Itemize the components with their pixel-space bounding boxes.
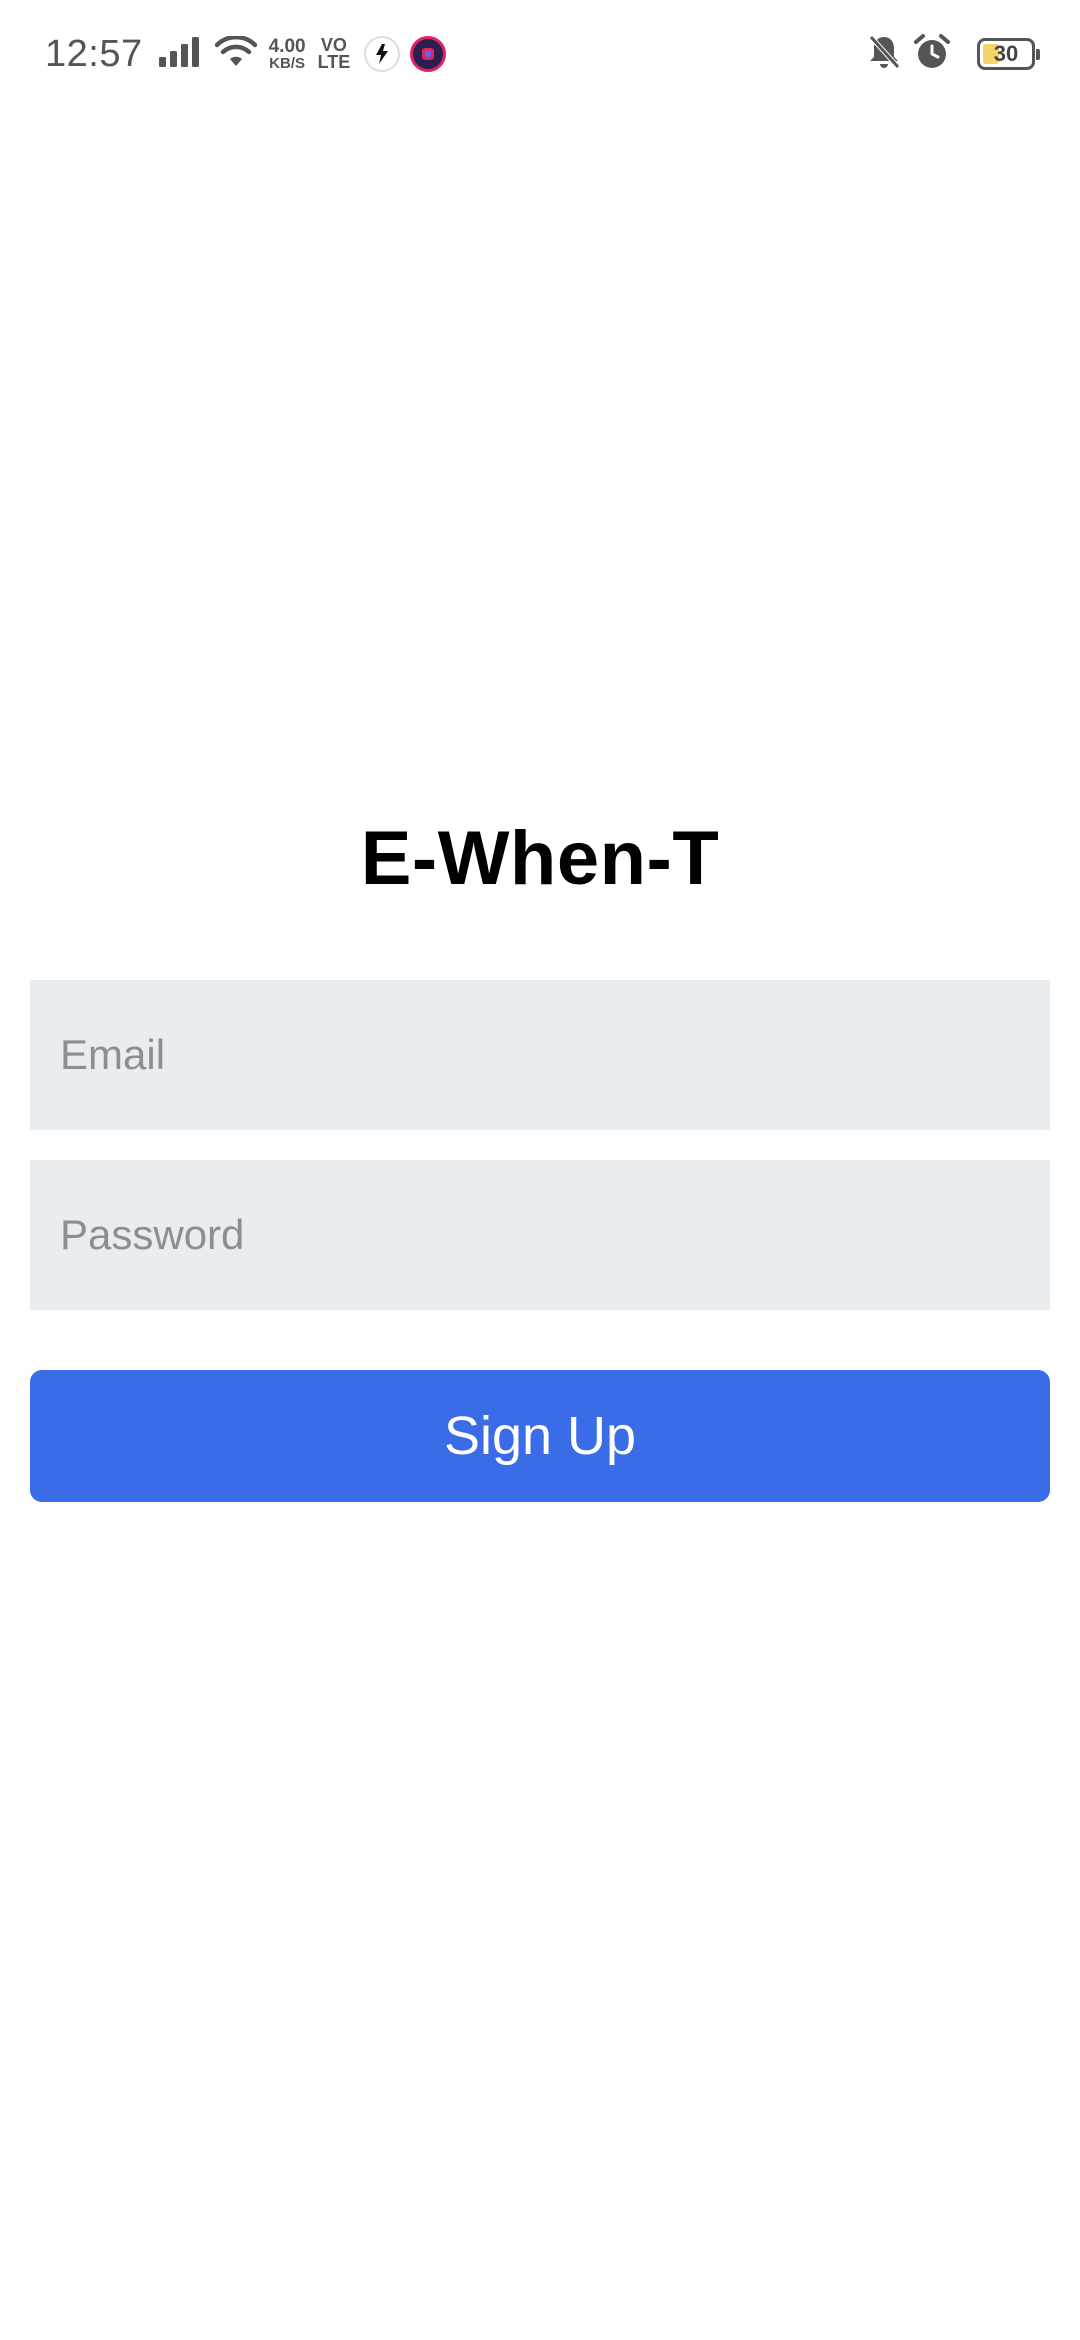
network-speed: 4.00 KB/S xyxy=(269,37,306,71)
app-notification-icon xyxy=(364,36,401,72)
battery-icon: 30 xyxy=(977,38,1040,70)
network-speed-value: 4.00 xyxy=(268,36,306,57)
sign-up-button[interactable]: Sign Up xyxy=(30,1370,1050,1502)
volte-indicator: VO LTE xyxy=(317,36,351,72)
mute-bell-icon xyxy=(867,34,901,75)
email-input[interactable] xyxy=(30,980,1050,1130)
battery-level: 30 xyxy=(993,41,1019,66)
status-bar: 12:57 4.00 KB/S VO LTE 30 xyxy=(0,0,1080,110)
volte-bottom-label: LTE xyxy=(317,52,351,72)
status-bar-right: 30 xyxy=(867,28,1040,80)
app-title: E-When-T xyxy=(360,816,720,901)
network-speed-unit: KB/S xyxy=(269,55,305,72)
app-notification-icon xyxy=(410,36,447,72)
password-input[interactable] xyxy=(30,1160,1050,1310)
alarm-clock-icon xyxy=(913,33,951,76)
status-bar-left: 12:57 4.00 KB/S VO LTE xyxy=(45,28,456,80)
clock-time: 12:57 xyxy=(45,32,143,75)
wifi-icon xyxy=(214,34,257,73)
signal-icon xyxy=(158,36,203,72)
